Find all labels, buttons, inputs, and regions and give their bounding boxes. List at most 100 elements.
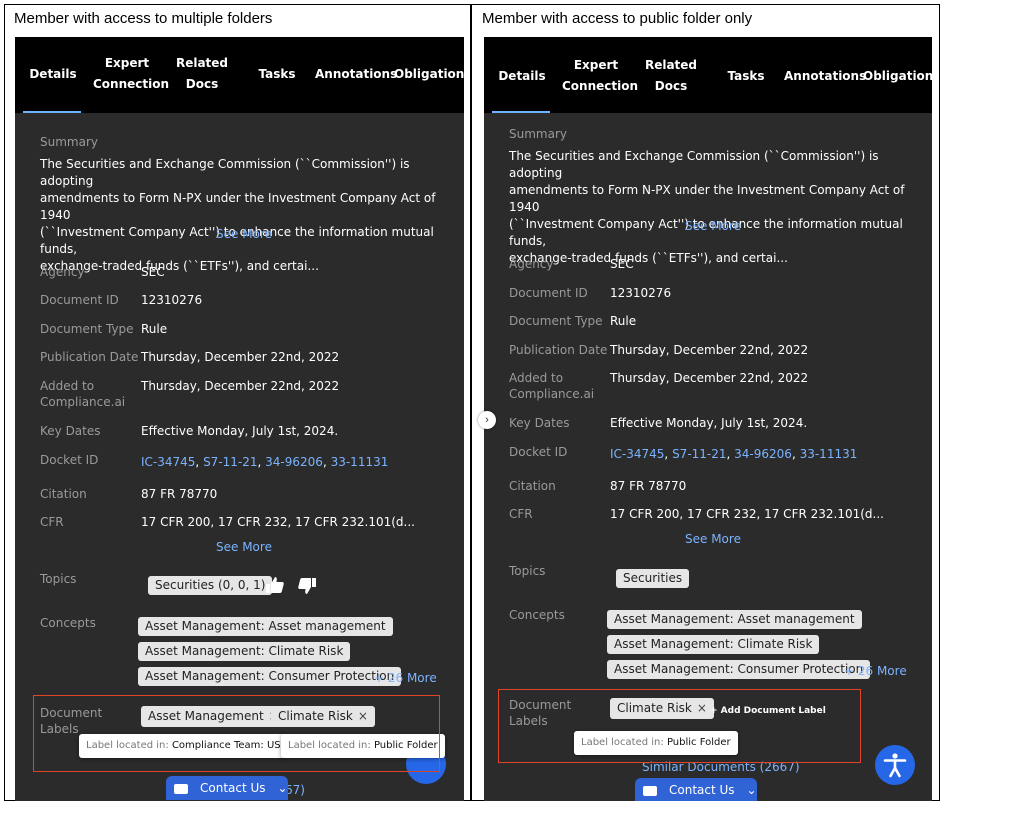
docket-link[interactable]: 34-96206 (734, 447, 792, 461)
more-concepts-link[interactable]: + 26 More (844, 664, 907, 678)
document-type-label: Document Type (509, 314, 603, 328)
summary-line: The Securities and Exchange Commission (… (509, 149, 879, 180)
concept-chip[interactable]: Asset Management: Consumer Protection (607, 660, 871, 679)
concept-chip[interactable]: Asset Management: Climate Risk (607, 635, 820, 654)
tab-obligations[interactable]: Obligations (394, 64, 464, 85)
document-id-label: Document ID (40, 293, 119, 307)
concept-chip[interactable]: Asset Management: Climate Risk (138, 642, 351, 661)
right-tab-bar: Details Expert Connection Related Docs T… (484, 37, 932, 113)
key-dates-label: Key Dates (509, 416, 570, 430)
document-type-value: Rule (610, 314, 637, 328)
tab-details[interactable]: Details (490, 66, 554, 87)
topics-label: Topics (40, 572, 77, 586)
tab-expert-line2: Connection (562, 79, 639, 93)
concept-chip[interactable]: Asset Management: Consumer Protection (138, 667, 402, 686)
summary-see-more-link[interactable]: See More (216, 227, 272, 241)
more-concepts-link[interactable]: + 26 More (374, 671, 437, 685)
right-document-panel: Details Expert Connection Related Docs T… (484, 37, 932, 801)
docket-link[interactable]: S7-11-21 (203, 455, 257, 469)
added-to-line2: Compliance.ai (40, 395, 126, 409)
tab-annotations[interactable]: Annotations (315, 64, 397, 85)
publication-date-label: Publication Date (509, 343, 608, 357)
summary-line: amendments to Form N-PX under the Invest… (509, 183, 905, 214)
agency-label: Agency (40, 265, 85, 279)
docket-link[interactable]: 33-11131 (800, 447, 858, 461)
summary-see-more-link[interactable]: See More (685, 219, 741, 233)
separator: , (791, 447, 800, 461)
topic-chip[interactable]: Securities (616, 569, 690, 588)
tab-expert-connection[interactable]: Expert Connection (93, 53, 169, 95)
cfr-see-more-link[interactable]: See More (216, 540, 272, 554)
contact-us-label: Contact Us (200, 781, 266, 795)
chat-icon (643, 785, 657, 796)
tab-expert-line1: Expert (104, 56, 150, 70)
tab-tasks[interactable]: Tasks (722, 66, 770, 87)
tab-related-line1: Related (644, 58, 698, 72)
document-type-label: Document Type (40, 322, 134, 336)
left-document-panel: Details Expert Connection Related Docs T… (15, 37, 464, 801)
added-to-line2: Compliance.ai (509, 387, 595, 401)
tab-details[interactable]: Details (21, 64, 85, 85)
concept-chip[interactable]: Asset Management: Asset management (607, 610, 862, 629)
contact-us-label: Contact Us (669, 783, 735, 797)
tab-related-line1: Related (175, 56, 229, 70)
summary-text: The Securities and Exchange Commission (… (40, 156, 450, 275)
citation-value: 87 FR 78770 (610, 479, 687, 493)
concepts-label: Concepts (509, 608, 565, 622)
docket-id-links: IC-34745, S7-11-21, 34-96206, 33-11131 (610, 447, 857, 461)
cfr-see-more-link[interactable]: See More (685, 532, 741, 546)
added-date-value: Thursday, December 22nd, 2022 (610, 371, 809, 385)
citation-value: 87 FR 78770 (141, 487, 218, 501)
separator: , (257, 455, 266, 469)
docket-id-label: Docket ID (509, 445, 568, 459)
topic-chip[interactable]: Securities (0, 0, 1) (148, 576, 273, 595)
document-labels-highlight (498, 689, 861, 763)
separator: , (726, 447, 735, 461)
accessibility-button[interactable] (875, 745, 915, 785)
docket-link[interactable]: IC-34745 (610, 447, 664, 461)
document-id-value: 12310276 (610, 286, 672, 300)
summary-line: The Securities and Exchange Commission (… (40, 157, 410, 188)
tab-annotations[interactable]: Annotations (784, 66, 866, 87)
separator: , (664, 447, 673, 461)
sidebar-toggle-chevron-icon[interactable]: › (478, 411, 496, 429)
tab-related-line2: Docs (185, 77, 219, 91)
contact-us-button[interactable]: Contact Us ⌄ (635, 778, 757, 801)
tab-tasks[interactable]: Tasks (253, 64, 301, 85)
right-caption: Member with access to public folder only (482, 10, 753, 27)
docket-link[interactable]: S7-11-21 (672, 447, 726, 461)
left-tab-bar: Details Expert Connection Related Docs T… (15, 37, 464, 113)
summary-label: Summary (509, 127, 567, 141)
citation-label: Citation (509, 479, 556, 493)
tab-related-line2: Docs (654, 79, 688, 93)
tab-expert-line1: Expert (573, 58, 619, 72)
docket-id-links: IC-34745, S7-11-21, 34-96206, 33-11131 (141, 455, 388, 469)
agency-value: SEC (141, 265, 165, 279)
citation-label: Citation (40, 487, 87, 501)
tab-expert-connection[interactable]: Expert Connection (562, 55, 639, 97)
docket-link[interactable]: 33-11131 (331, 455, 389, 469)
cfr-value: 17 CFR 200, 17 CFR 232, 17 CFR 232.101(d… (610, 507, 884, 521)
active-tab-indicator (23, 111, 81, 113)
publication-date-label: Publication Date (40, 350, 139, 364)
thumbs-up-icon[interactable] (265, 576, 285, 594)
concept-chip[interactable]: Asset Management: Asset management (138, 617, 393, 636)
cfr-value: 17 CFR 200, 17 CFR 232, 17 CFR 232.101(d… (141, 515, 415, 529)
topics-label: Topics (509, 564, 546, 578)
agency-label: Agency (509, 257, 554, 271)
docket-link[interactable]: 34-96206 (265, 455, 323, 469)
added-to-label: Added to Compliance.ai (509, 370, 594, 402)
thumbs-down-icon[interactable] (297, 577, 317, 595)
tab-obligations[interactable]: Obligations (863, 66, 932, 87)
summary-line: amendments to Form N-PX under the Invest… (40, 191, 436, 222)
chevron-down-icon: ⌄ (746, 783, 757, 797)
summary-text: The Securities and Exchange Commission (… (509, 148, 919, 267)
key-dates-value: Effective Monday, July 1st, 2024. (141, 424, 339, 438)
contact-us-button[interactable]: Contact Us ⌄ (166, 776, 288, 800)
summary-label: Summary (40, 135, 98, 149)
active-tab-indicator (492, 111, 550, 113)
docket-link[interactable]: IC-34745 (141, 455, 195, 469)
tab-related-docs[interactable]: Related Docs (172, 53, 232, 95)
tab-related-docs[interactable]: Related Docs (641, 55, 701, 97)
agency-value: SEC (610, 257, 634, 271)
